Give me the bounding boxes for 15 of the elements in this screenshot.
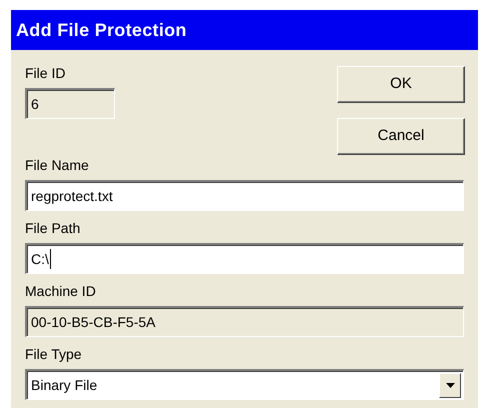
- field-label: File Type: [25, 345, 82, 363]
- field-label: File Path: [25, 219, 80, 237]
- window-title: Add File Protection: [11, 10, 478, 50]
- input-field[interactable]: C:\: [25, 243, 464, 274]
- field-label: File Name: [25, 156, 89, 174]
- cancel-button[interactable]: Cancel: [337, 118, 465, 155]
- input-field[interactable]: regprotect.txt: [25, 180, 464, 211]
- field-label: File ID: [25, 64, 66, 82]
- input-field[interactable]: 6: [25, 88, 115, 119]
- ok-button[interactable]: OK: [337, 66, 465, 103]
- dropdown-button[interactable]: [439, 372, 461, 398]
- dropdown-field[interactable]: Binary File: [25, 369, 464, 400]
- caret-icon: [446, 382, 454, 388]
- field-label: Machine ID: [25, 282, 96, 300]
- input-field[interactable]: 00-10-B5-CB-F5-5A: [25, 306, 464, 337]
